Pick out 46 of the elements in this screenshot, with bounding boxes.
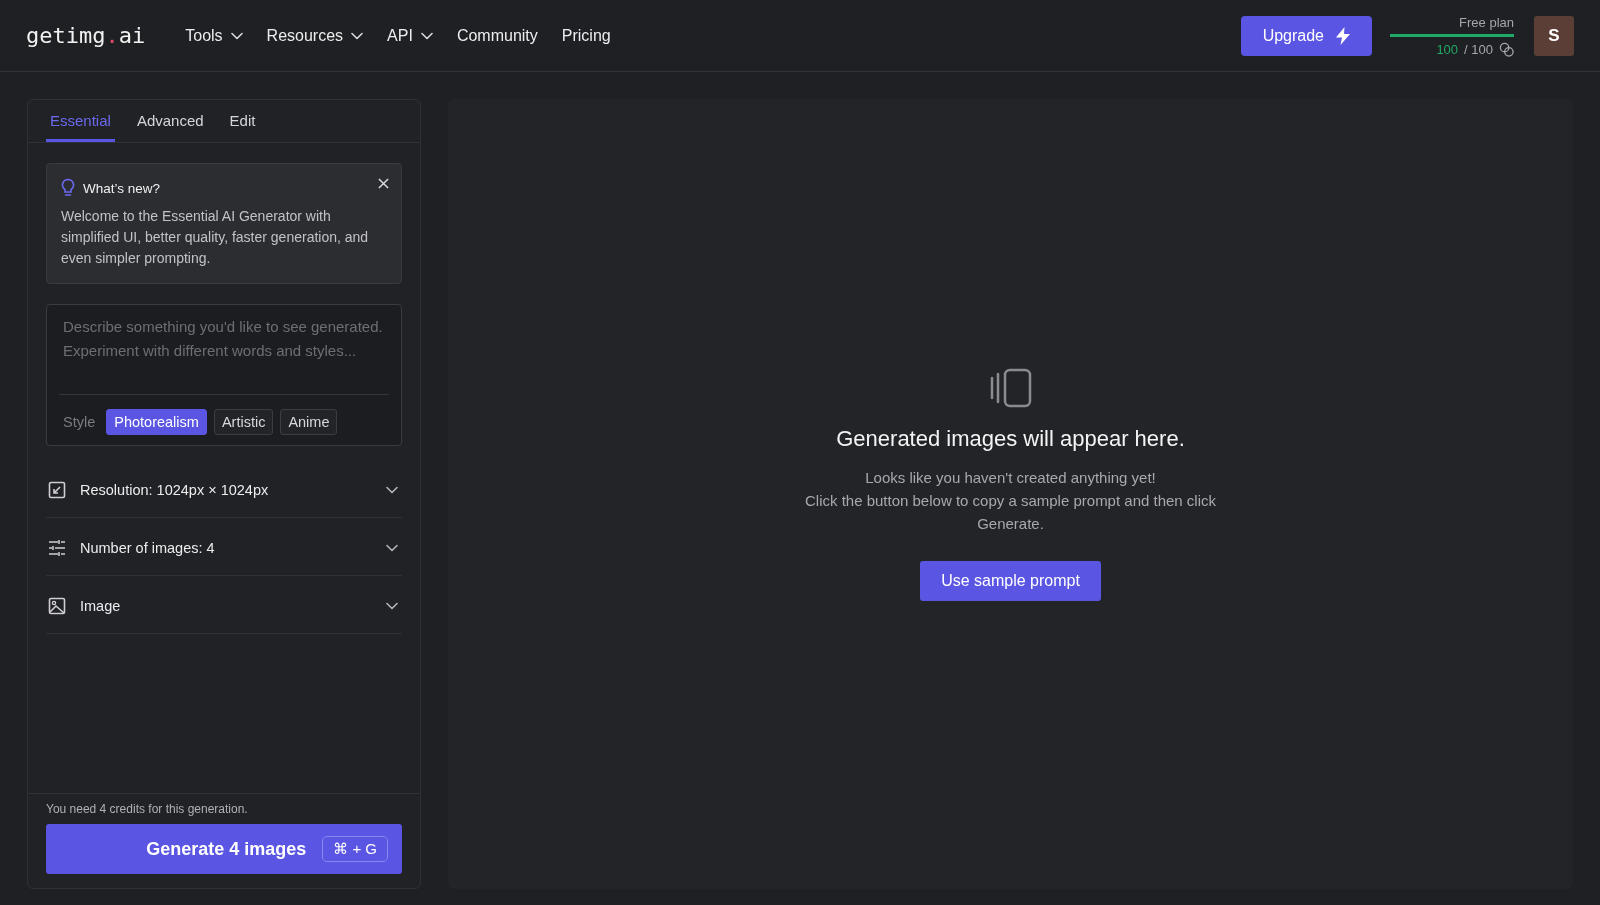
empty-title: Generated images will appear here. (836, 425, 1185, 452)
close-icon (378, 178, 389, 189)
empty-text: Looks like you haven't created anything yet! (864, 467, 1157, 488)
image-stack-icon (988, 367, 1033, 408)
notice-text: Welcome to the Essential AI Generator with simplified UI, better quality, faster generation, and even simpler prompting. (61, 207, 370, 268)
sliders-icon (48, 538, 66, 557)
sample-prompt-button[interactable]: Use sample prompt (920, 560, 1101, 601)
style-chip[interactable]: Artistic (213, 409, 274, 435)
nav-link[interactable]: Resources (254, 26, 376, 45)
logo[interactable]: getimg.ai (26, 23, 146, 48)
chevron-down-icon (386, 601, 398, 610)
chevron-down-icon (230, 31, 243, 40)
chevron-down-icon (351, 31, 364, 40)
settings-row[interactable]: Image (46, 578, 402, 634)
chevron-down-icon (386, 543, 398, 552)
nav-link[interactable]: Tools (173, 26, 255, 45)
nav-link[interactable]: Community (444, 26, 550, 45)
plan-name: Free plan (1459, 14, 1514, 30)
nav-link[interactable]: API (375, 26, 445, 45)
style-chip[interactable]: Photorealism (106, 409, 207, 435)
settings-row[interactable]: Resolution: 1024px × 1024px (46, 462, 402, 518)
image-icon (48, 596, 66, 615)
chevron-down-icon (386, 485, 398, 494)
credits-total: / 100 (1464, 41, 1493, 57)
shortcut-hint: ⌘ + G (322, 836, 388, 862)
tab[interactable]: Essential (46, 100, 115, 142)
settings-row[interactable]: Number of images: 4 (46, 520, 402, 576)
tab[interactable]: Advanced (132, 100, 208, 142)
lightning-icon (1336, 26, 1350, 45)
style-label: Style (62, 414, 97, 430)
empty-text: Click the button below to copy a sample prompt and then click Generate. (803, 490, 1218, 534)
tab[interactable]: Edit (225, 100, 260, 142)
style-chip[interactable]: Anime (280, 409, 338, 435)
prompt-field[interactable]: Describe something you'd like to see generated. Experiment with different words and styles... Style Photorealism Artistic Anime (46, 304, 402, 446)
lightbulb-icon (61, 178, 75, 198)
close-button[interactable] (378, 178, 389, 189)
notice-title: What’s new? (83, 180, 161, 196)
user-avatar[interactable]: S (1534, 15, 1574, 56)
resize-icon (48, 480, 66, 499)
credits-remaining: 100 (1436, 41, 1459, 57)
generate-button[interactable]: Generate 4 images ⌘ + G (46, 824, 402, 874)
chevron-down-icon (420, 31, 433, 40)
nav-link[interactable]: Pricing (549, 26, 623, 45)
credits-note: You need 4 credits for this generation. (46, 802, 249, 816)
coins-icon (1499, 41, 1514, 57)
upgrade-button[interactable]: Upgrade (1240, 15, 1372, 56)
